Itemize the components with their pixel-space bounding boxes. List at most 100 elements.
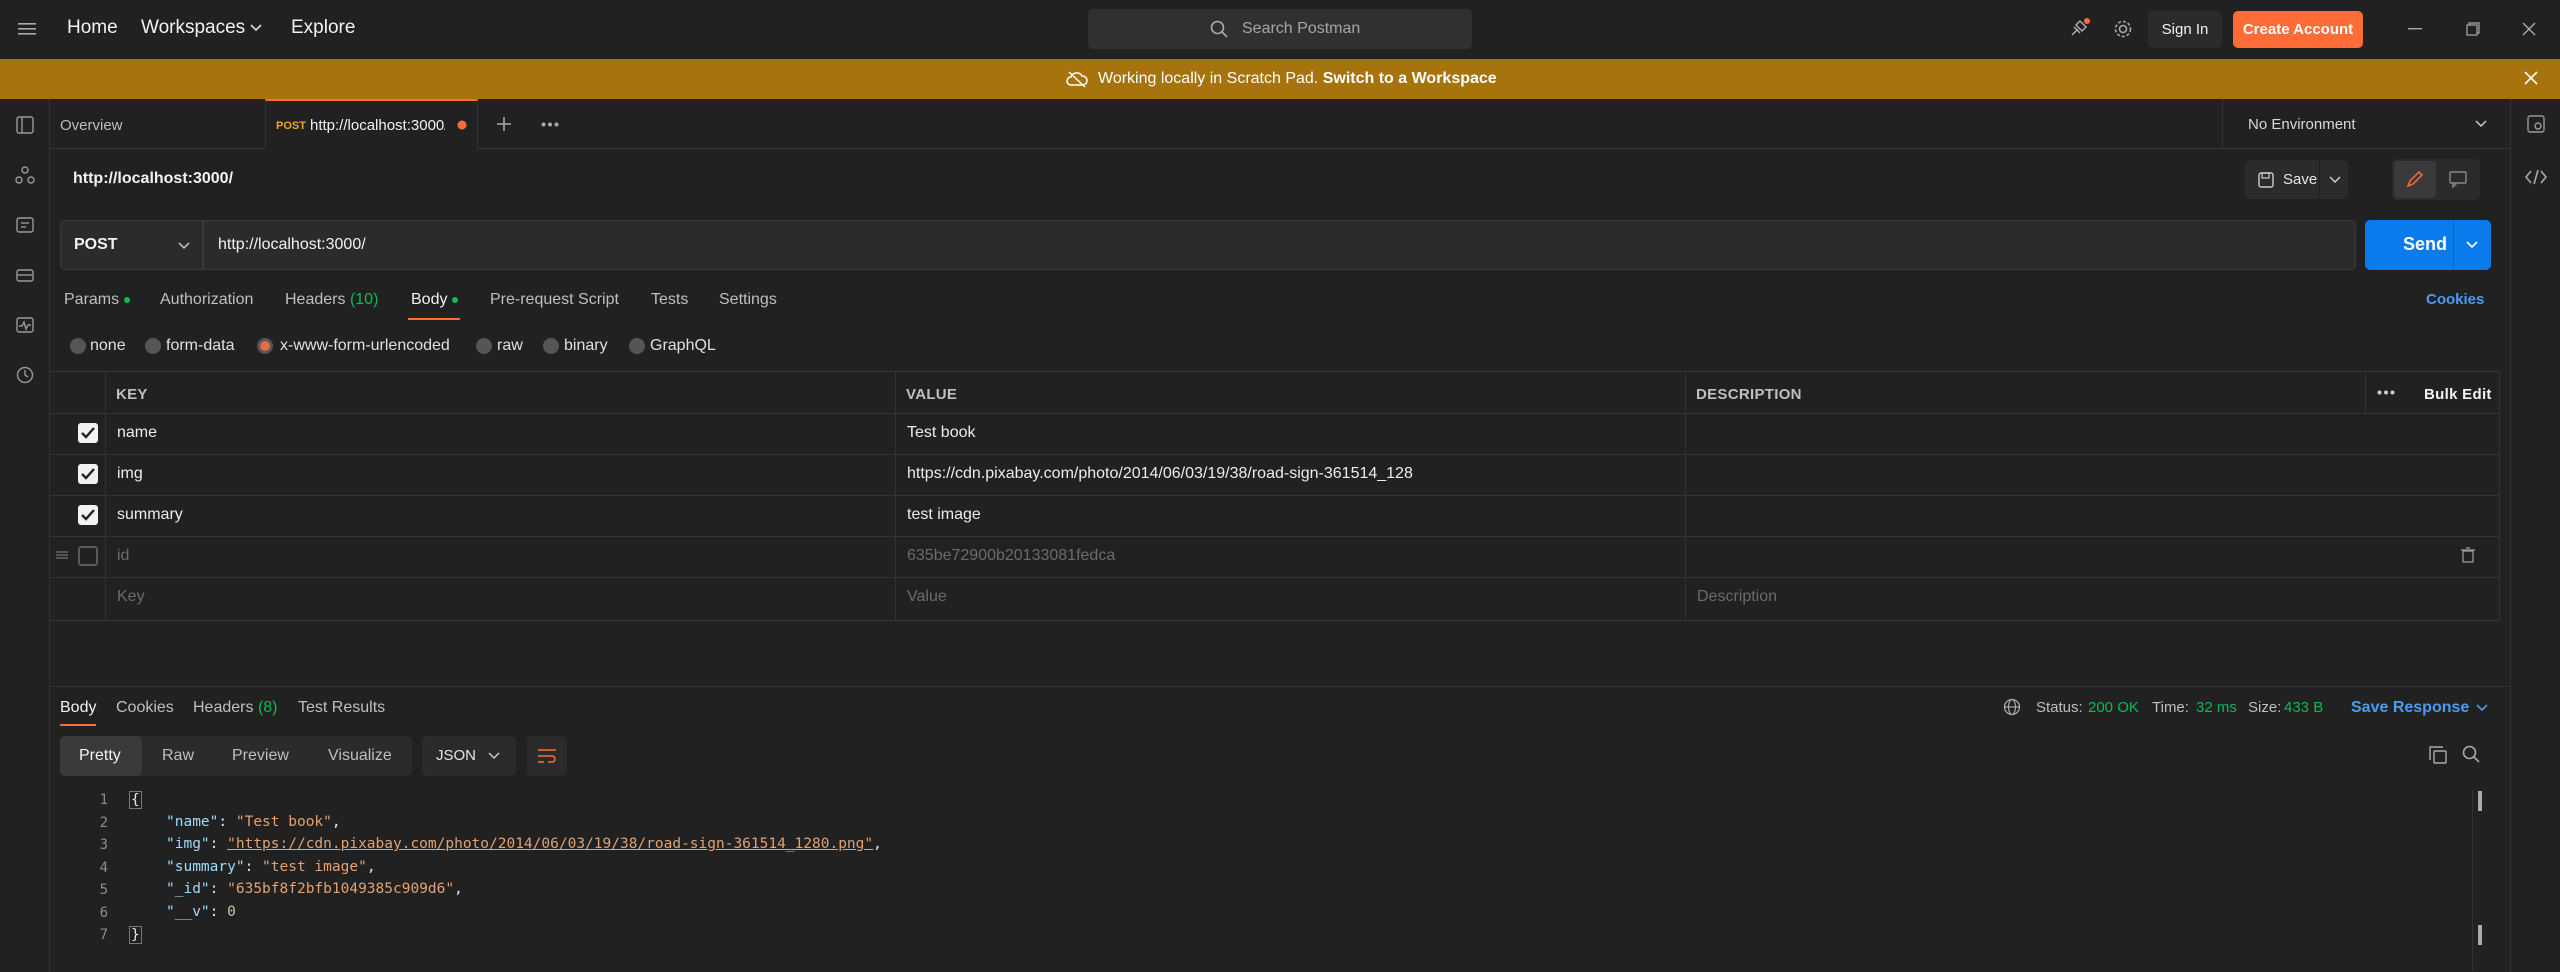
nav-workspaces[interactable]: Workspaces — [141, 17, 245, 39]
format-select[interactable]: JSON — [422, 736, 516, 776]
banner-close-icon[interactable] — [2524, 71, 2538, 85]
radio-none[interactable] — [70, 338, 86, 354]
apis-icon[interactable] — [15, 165, 35, 185]
radio-binary-label[interactable]: binary — [564, 337, 608, 355]
row-key[interactable]: img — [117, 465, 143, 483]
globe-icon[interactable] — [2003, 698, 2021, 716]
json-url-link[interactable]: "https://cdn.pixabay.com/photo/2014/06/0… — [227, 836, 873, 852]
nav-home[interactable]: Home — [67, 17, 118, 39]
chevron-down-icon[interactable] — [2466, 241, 2478, 249]
row-value[interactable]: https://cdn.pixabay.com/photo/2014/06/03… — [907, 465, 1413, 483]
new-key-input[interactable]: Key — [117, 588, 145, 606]
code-snippet-icon[interactable] — [2525, 169, 2547, 185]
new-tab-plus-icon[interactable] — [497, 117, 511, 131]
row-key[interactable]: name — [117, 424, 157, 442]
method-select[interactable]: POST — [60, 220, 203, 270]
restore-icon[interactable] — [2466, 22, 2480, 36]
save-dropdown-button[interactable] — [2320, 160, 2348, 199]
new-value-input[interactable]: Value — [907, 588, 947, 606]
row-key[interactable]: summary — [117, 506, 183, 524]
tab-settings[interactable]: Settings — [719, 291, 777, 309]
response-tab-body[interactable]: Body — [60, 699, 96, 717]
url-input[interactable]: http://localhost:3000/ — [203, 220, 2356, 270]
monitors-icon[interactable] — [15, 315, 35, 335]
tab-params[interactable]: Params — [64, 291, 131, 309]
response-tab-headers[interactable]: Headers (8) — [193, 699, 278, 717]
sign-in-button[interactable]: Sign In — [2148, 11, 2222, 48]
drag-handle-icon[interactable] — [56, 551, 68, 559]
view-visualize-button[interactable]: Visualize — [328, 747, 392, 765]
mock-servers-icon[interactable] — [15, 265, 35, 285]
radio-urlencoded-selected[interactable] — [257, 338, 273, 354]
tab-active-request[interactable]: POST http://localhost:3000/ — [265, 99, 478, 149]
view-preview-button[interactable]: Preview — [232, 747, 289, 765]
more-options-icon[interactable] — [2377, 390, 2395, 395]
more-tabs-icon[interactable] — [541, 122, 559, 127]
row-checkbox-checked[interactable] — [78, 423, 98, 443]
tab-tests[interactable]: Tests — [651, 291, 688, 309]
edit-mode-button[interactable] — [2394, 161, 2436, 198]
tab-prerequest-script[interactable]: Pre-request Script — [490, 291, 619, 309]
minimize-icon[interactable] — [2408, 28, 2422, 30]
tab-overview[interactable]: Overview — [60, 117, 123, 134]
method-label: POST — [74, 236, 118, 253]
new-description-input[interactable]: Description — [1697, 588, 1777, 606]
radio-graphql-label[interactable]: GraphQL — [650, 337, 716, 355]
send-button[interactable]: Send — [2365, 220, 2491, 270]
response-tab-test-results[interactable]: Test Results — [298, 699, 385, 717]
environment-selector[interactable]: No Environment — [2222, 99, 2510, 149]
scrollbar-thumb[interactable] — [2478, 925, 2482, 945]
close-icon[interactable] — [2522, 22, 2536, 36]
row-checkbox-checked[interactable] — [78, 505, 98, 525]
radio-none-label[interactable]: none — [90, 337, 126, 355]
response-tab-cookies[interactable]: Cookies — [116, 699, 174, 717]
collections-icon[interactable] — [15, 115, 35, 135]
bulk-edit-button[interactable]: Bulk Edit — [2424, 386, 2492, 403]
view-raw-button[interactable]: Raw — [162, 747, 194, 765]
copy-icon[interactable] — [2428, 745, 2448, 765]
comments-icon[interactable] — [2448, 170, 2468, 188]
save-response-button[interactable]: Save Response — [2351, 699, 2469, 717]
delete-row-icon[interactable] — [2461, 547, 2475, 563]
scrollbar-thumb[interactable] — [2478, 791, 2482, 811]
switch-workspace-link[interactable]: Switch to a Workspace — [1323, 70, 1497, 87]
view-pretty-label[interactable]: Pretty — [79, 747, 121, 765]
satellite-icon[interactable] — [2068, 17, 2090, 39]
status-value[interactable]: 200 OK — [2088, 699, 2139, 716]
row-key[interactable]: id — [117, 547, 129, 565]
history-icon[interactable] — [15, 365, 35, 385]
tab-authorization[interactable]: Authorization — [160, 291, 253, 309]
size-value[interactable]: 433 B — [2284, 699, 2323, 716]
gear-icon[interactable] — [2113, 19, 2133, 39]
nav-explore[interactable]: Explore — [291, 17, 355, 39]
response-divider[interactable] — [50, 686, 2510, 687]
radio-form-data[interactable] — [145, 338, 161, 354]
create-account-button[interactable]: Create Account — [2233, 11, 2363, 48]
time-value[interactable]: 32 ms — [2196, 699, 2237, 716]
radio-form-data-label[interactable]: form-data — [166, 337, 234, 355]
radio-raw-label[interactable]: raw — [497, 337, 523, 355]
tab-headers[interactable]: Headers (10) — [285, 291, 378, 309]
chevron-down-icon — [2475, 120, 2487, 128]
radio-graphql[interactable] — [629, 338, 645, 354]
cookies-link[interactable]: Cookies — [2426, 291, 2484, 308]
radio-urlencoded-label[interactable]: x-www-form-urlencoded — [280, 337, 450, 355]
search-bar[interactable]: Search Postman — [1088, 9, 1472, 49]
row-checkbox-checked[interactable] — [78, 464, 98, 484]
tab-body[interactable]: Body — [411, 291, 459, 309]
hamburger-menu-icon[interactable] — [18, 22, 36, 36]
row-value[interactable]: test image — [907, 506, 981, 524]
search-response-icon[interactable] — [2462, 745, 2480, 763]
save-button[interactable]: Save — [2245, 160, 2319, 199]
row-checkbox-unchecked[interactable] — [78, 546, 98, 566]
radio-binary[interactable] — [543, 338, 559, 354]
chevron-down-icon[interactable] — [2476, 704, 2488, 712]
radio-raw[interactable] — [476, 338, 492, 354]
wrap-lines-button[interactable] — [527, 736, 567, 776]
environments-icon[interactable] — [15, 215, 35, 235]
row-value[interactable]: 635be72900b20133081fedca — [907, 547, 1115, 565]
chevron-down-icon[interactable] — [250, 24, 262, 32]
environment-quick-look-icon[interactable] — [2526, 114, 2546, 134]
request-title[interactable]: http://localhost:3000/ — [73, 170, 233, 188]
row-value[interactable]: Test book — [907, 424, 975, 442]
